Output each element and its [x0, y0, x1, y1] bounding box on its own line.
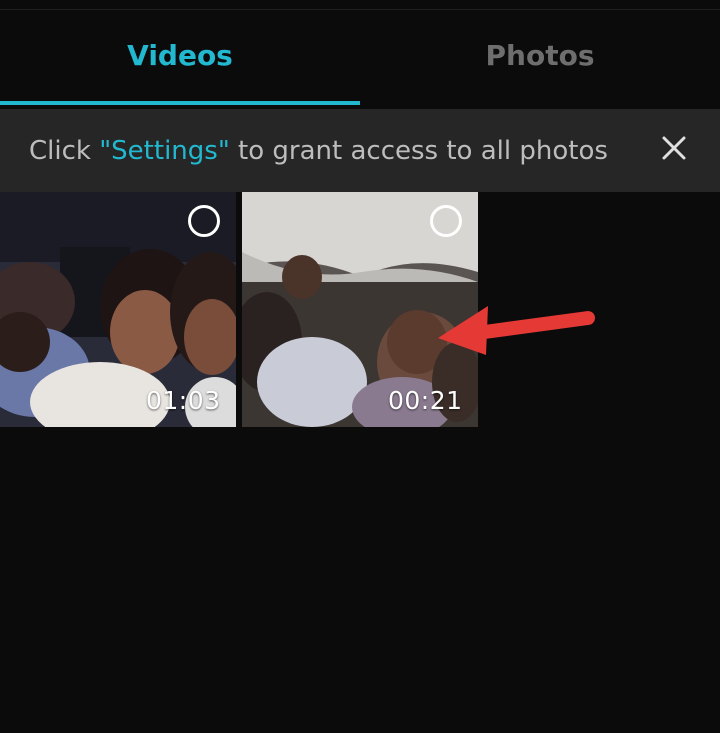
select-circle[interactable]: [430, 205, 462, 237]
red-arrow-annotation-icon: [438, 306, 595, 355]
video-thumbnail[interactable]: 01:03: [0, 192, 236, 427]
media-picker-screen: Videos Photos Click "Settings" to grant …: [0, 0, 720, 733]
video-duration: 00:21: [388, 386, 463, 415]
close-icon[interactable]: [659, 133, 689, 163]
banner-suffix: to grant access to all photos: [229, 135, 608, 166]
tab-videos[interactable]: Videos: [0, 10, 360, 106]
video-duration: 01:03: [146, 386, 221, 415]
tab-photos[interactable]: Photos: [360, 10, 720, 106]
settings-link[interactable]: "Settings": [99, 136, 230, 166]
permission-banner-text: Click "Settings" to grant access to all …: [29, 136, 608, 166]
active-tab-indicator: [0, 101, 360, 105]
permission-banner: Click "Settings" to grant access to all …: [0, 109, 720, 192]
select-circle[interactable]: [188, 205, 220, 237]
banner-prefix: Click: [29, 135, 100, 166]
media-tabs: Videos Photos: [0, 10, 720, 106]
